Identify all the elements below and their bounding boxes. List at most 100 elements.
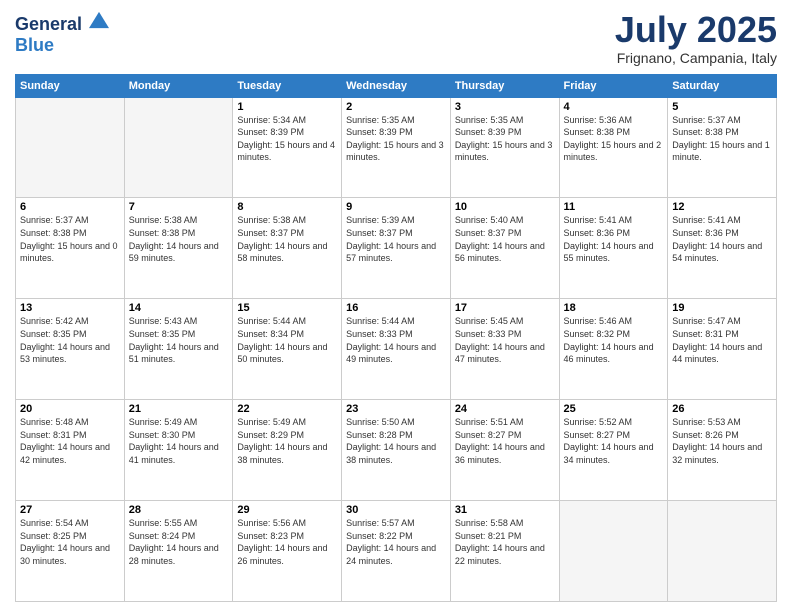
logo-blue: Blue: [15, 35, 109, 56]
day-number: 14: [129, 302, 229, 314]
day-info: Sunrise: 5:56 AMSunset: 8:23 PMDaylight:…: [237, 517, 337, 567]
day-info: Sunrise: 5:40 AMSunset: 8:37 PMDaylight:…: [455, 214, 555, 264]
day-number: 24: [455, 403, 555, 415]
day-number: 5: [672, 101, 772, 113]
day-cell: 20Sunrise: 5:48 AMSunset: 8:31 PMDayligh…: [16, 400, 125, 501]
day-cell: 6Sunrise: 5:37 AMSunset: 8:38 PMDaylight…: [16, 198, 125, 299]
day-number: 17: [455, 302, 555, 314]
day-cell: 23Sunrise: 5:50 AMSunset: 8:28 PMDayligh…: [342, 400, 451, 501]
day-info: Sunrise: 5:49 AMSunset: 8:30 PMDaylight:…: [129, 416, 229, 466]
day-number: 29: [237, 504, 337, 516]
day-cell: 9Sunrise: 5:39 AMSunset: 8:37 PMDaylight…: [342, 198, 451, 299]
day-cell: 31Sunrise: 5:58 AMSunset: 8:21 PMDayligh…: [450, 501, 559, 602]
day-info: Sunrise: 5:38 AMSunset: 8:37 PMDaylight:…: [237, 214, 337, 264]
day-cell: 3Sunrise: 5:35 AMSunset: 8:39 PMDaylight…: [450, 97, 559, 198]
day-number: 2: [346, 101, 446, 113]
day-number: 31: [455, 504, 555, 516]
weekday-header-row: SundayMondayTuesdayWednesdayThursdayFrid…: [16, 74, 777, 97]
week-row-5: 27Sunrise: 5:54 AMSunset: 8:25 PMDayligh…: [16, 501, 777, 602]
day-info: Sunrise: 5:54 AMSunset: 8:25 PMDaylight:…: [20, 517, 120, 567]
day-cell: 1Sunrise: 5:34 AMSunset: 8:39 PMDaylight…: [233, 97, 342, 198]
day-cell: 27Sunrise: 5:54 AMSunset: 8:25 PMDayligh…: [16, 501, 125, 602]
day-number: 25: [564, 403, 664, 415]
day-cell: 19Sunrise: 5:47 AMSunset: 8:31 PMDayligh…: [668, 299, 777, 400]
day-cell: 4Sunrise: 5:36 AMSunset: 8:38 PMDaylight…: [559, 97, 668, 198]
weekday-header-wednesday: Wednesday: [342, 74, 451, 97]
weekday-header-thursday: Thursday: [450, 74, 559, 97]
weekday-header-friday: Friday: [559, 74, 668, 97]
day-info: Sunrise: 5:37 AMSunset: 8:38 PMDaylight:…: [20, 214, 120, 264]
day-number: 9: [346, 201, 446, 213]
day-number: 28: [129, 504, 229, 516]
day-info: Sunrise: 5:57 AMSunset: 8:22 PMDaylight:…: [346, 517, 446, 567]
day-number: 15: [237, 302, 337, 314]
weekday-header-tuesday: Tuesday: [233, 74, 342, 97]
day-number: 10: [455, 201, 555, 213]
day-cell: 24Sunrise: 5:51 AMSunset: 8:27 PMDayligh…: [450, 400, 559, 501]
week-row-3: 13Sunrise: 5:42 AMSunset: 8:35 PMDayligh…: [16, 299, 777, 400]
day-cell: 29Sunrise: 5:56 AMSunset: 8:23 PMDayligh…: [233, 501, 342, 602]
day-info: Sunrise: 5:49 AMSunset: 8:29 PMDaylight:…: [237, 416, 337, 466]
day-info: Sunrise: 5:48 AMSunset: 8:31 PMDaylight:…: [20, 416, 120, 466]
day-number: 19: [672, 302, 772, 314]
day-cell: 8Sunrise: 5:38 AMSunset: 8:37 PMDaylight…: [233, 198, 342, 299]
day-info: Sunrise: 5:37 AMSunset: 8:38 PMDaylight:…: [672, 114, 772, 164]
day-info: Sunrise: 5:35 AMSunset: 8:39 PMDaylight:…: [455, 114, 555, 164]
weekday-header-sunday: Sunday: [16, 74, 125, 97]
day-info: Sunrise: 5:46 AMSunset: 8:32 PMDaylight:…: [564, 315, 664, 365]
day-info: Sunrise: 5:39 AMSunset: 8:37 PMDaylight:…: [346, 214, 446, 264]
day-number: 16: [346, 302, 446, 314]
location-subtitle: Frignano, Campania, Italy: [615, 50, 777, 66]
day-cell: 18Sunrise: 5:46 AMSunset: 8:32 PMDayligh…: [559, 299, 668, 400]
logo-icon: [89, 10, 109, 30]
day-info: Sunrise: 5:43 AMSunset: 8:35 PMDaylight:…: [129, 315, 229, 365]
day-info: Sunrise: 5:41 AMSunset: 8:36 PMDaylight:…: [672, 214, 772, 264]
day-cell: [16, 97, 125, 198]
day-info: Sunrise: 5:44 AMSunset: 8:33 PMDaylight:…: [346, 315, 446, 365]
day-info: Sunrise: 5:41 AMSunset: 8:36 PMDaylight:…: [564, 214, 664, 264]
day-number: 23: [346, 403, 446, 415]
logo: General Blue: [15, 10, 109, 56]
weekday-header-monday: Monday: [124, 74, 233, 97]
day-number: 11: [564, 201, 664, 213]
day-info: Sunrise: 5:58 AMSunset: 8:21 PMDaylight:…: [455, 517, 555, 567]
day-cell: 13Sunrise: 5:42 AMSunset: 8:35 PMDayligh…: [16, 299, 125, 400]
day-info: Sunrise: 5:45 AMSunset: 8:33 PMDaylight:…: [455, 315, 555, 365]
day-cell: [668, 501, 777, 602]
day-number: 4: [564, 101, 664, 113]
day-info: Sunrise: 5:35 AMSunset: 8:39 PMDaylight:…: [346, 114, 446, 164]
day-cell: [559, 501, 668, 602]
day-cell: 2Sunrise: 5:35 AMSunset: 8:39 PMDaylight…: [342, 97, 451, 198]
day-cell: 21Sunrise: 5:49 AMSunset: 8:30 PMDayligh…: [124, 400, 233, 501]
day-number: 18: [564, 302, 664, 314]
day-cell: 10Sunrise: 5:40 AMSunset: 8:37 PMDayligh…: [450, 198, 559, 299]
day-cell: 15Sunrise: 5:44 AMSunset: 8:34 PMDayligh…: [233, 299, 342, 400]
day-cell: 12Sunrise: 5:41 AMSunset: 8:36 PMDayligh…: [668, 198, 777, 299]
day-info: Sunrise: 5:36 AMSunset: 8:38 PMDaylight:…: [564, 114, 664, 164]
day-info: Sunrise: 5:52 AMSunset: 8:27 PMDaylight:…: [564, 416, 664, 466]
day-number: 26: [672, 403, 772, 415]
weekday-header-saturday: Saturday: [668, 74, 777, 97]
day-number: 22: [237, 403, 337, 415]
day-cell: 30Sunrise: 5:57 AMSunset: 8:22 PMDayligh…: [342, 501, 451, 602]
week-row-2: 6Sunrise: 5:37 AMSunset: 8:38 PMDaylight…: [16, 198, 777, 299]
day-number: 30: [346, 504, 446, 516]
page: General Blue July 2025 Frignano, Campani…: [0, 0, 792, 612]
week-row-1: 1Sunrise: 5:34 AMSunset: 8:39 PMDaylight…: [16, 97, 777, 198]
day-info: Sunrise: 5:42 AMSunset: 8:35 PMDaylight:…: [20, 315, 120, 365]
day-number: 3: [455, 101, 555, 113]
day-cell: 16Sunrise: 5:44 AMSunset: 8:33 PMDayligh…: [342, 299, 451, 400]
day-cell: 26Sunrise: 5:53 AMSunset: 8:26 PMDayligh…: [668, 400, 777, 501]
day-number: 7: [129, 201, 229, 213]
header: General Blue July 2025 Frignano, Campani…: [15, 10, 777, 66]
day-info: Sunrise: 5:44 AMSunset: 8:34 PMDaylight:…: [237, 315, 337, 365]
day-info: Sunrise: 5:38 AMSunset: 8:38 PMDaylight:…: [129, 214, 229, 264]
day-cell: 28Sunrise: 5:55 AMSunset: 8:24 PMDayligh…: [124, 501, 233, 602]
calendar-table: SundayMondayTuesdayWednesdayThursdayFrid…: [15, 74, 777, 602]
week-row-4: 20Sunrise: 5:48 AMSunset: 8:31 PMDayligh…: [16, 400, 777, 501]
day-cell: 25Sunrise: 5:52 AMSunset: 8:27 PMDayligh…: [559, 400, 668, 501]
day-info: Sunrise: 5:51 AMSunset: 8:27 PMDaylight:…: [455, 416, 555, 466]
day-number: 21: [129, 403, 229, 415]
day-number: 13: [20, 302, 120, 314]
day-number: 27: [20, 504, 120, 516]
